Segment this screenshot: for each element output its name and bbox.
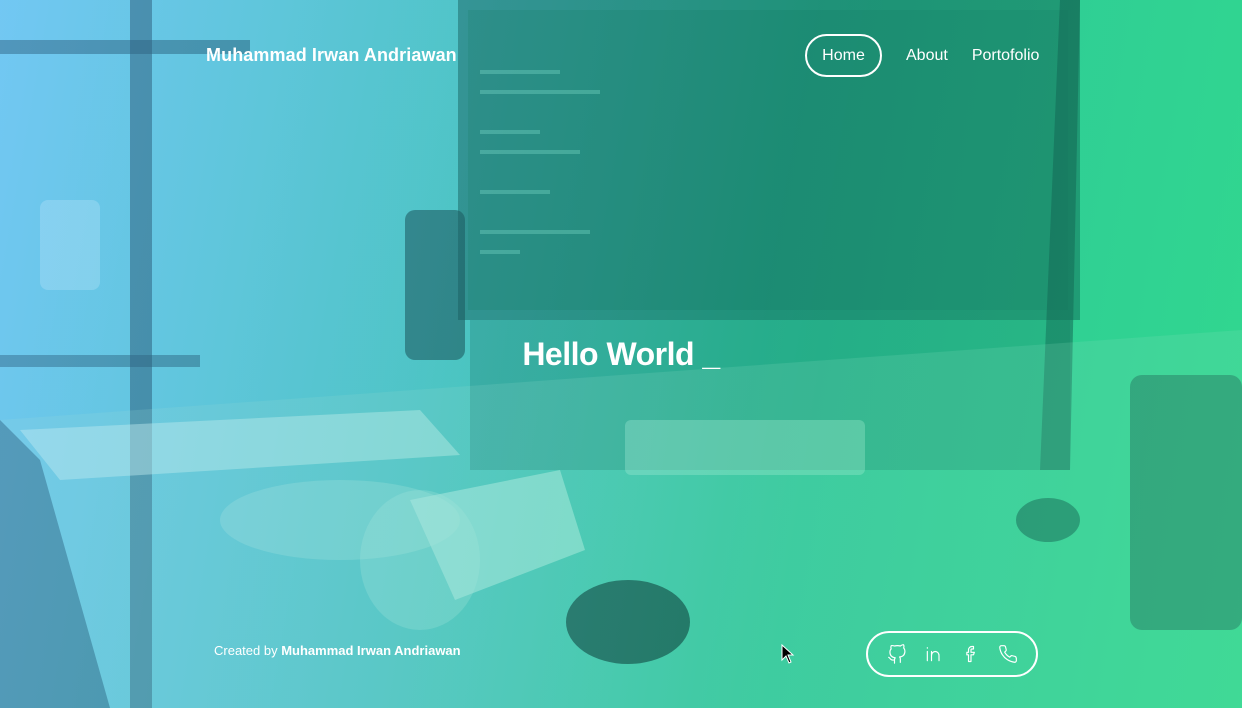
- linkedin-icon[interactable]: [923, 643, 945, 665]
- nav-portofolio[interactable]: Portofolio: [972, 47, 1040, 65]
- social-links: [866, 631, 1038, 677]
- github-icon[interactable]: [886, 643, 908, 665]
- credit-prefix: Created by: [214, 643, 278, 658]
- hero-headline: Hello World _: [522, 336, 720, 372]
- footer-credit: Created by Muhammad Irwan Andriawan: [214, 643, 461, 658]
- phone-icon[interactable]: [997, 643, 1019, 665]
- main-nav: Home About Portofolio: [805, 34, 1039, 77]
- nav-about[interactable]: About: [906, 47, 948, 65]
- credit-name: Muhammad Irwan Andriawan: [281, 643, 461, 658]
- brand-name[interactable]: Muhammad Irwan Andriawan: [206, 45, 457, 66]
- nav-home[interactable]: Home: [805, 34, 882, 77]
- mouse-cursor-icon: [781, 643, 795, 669]
- facebook-icon[interactable]: [960, 643, 982, 665]
